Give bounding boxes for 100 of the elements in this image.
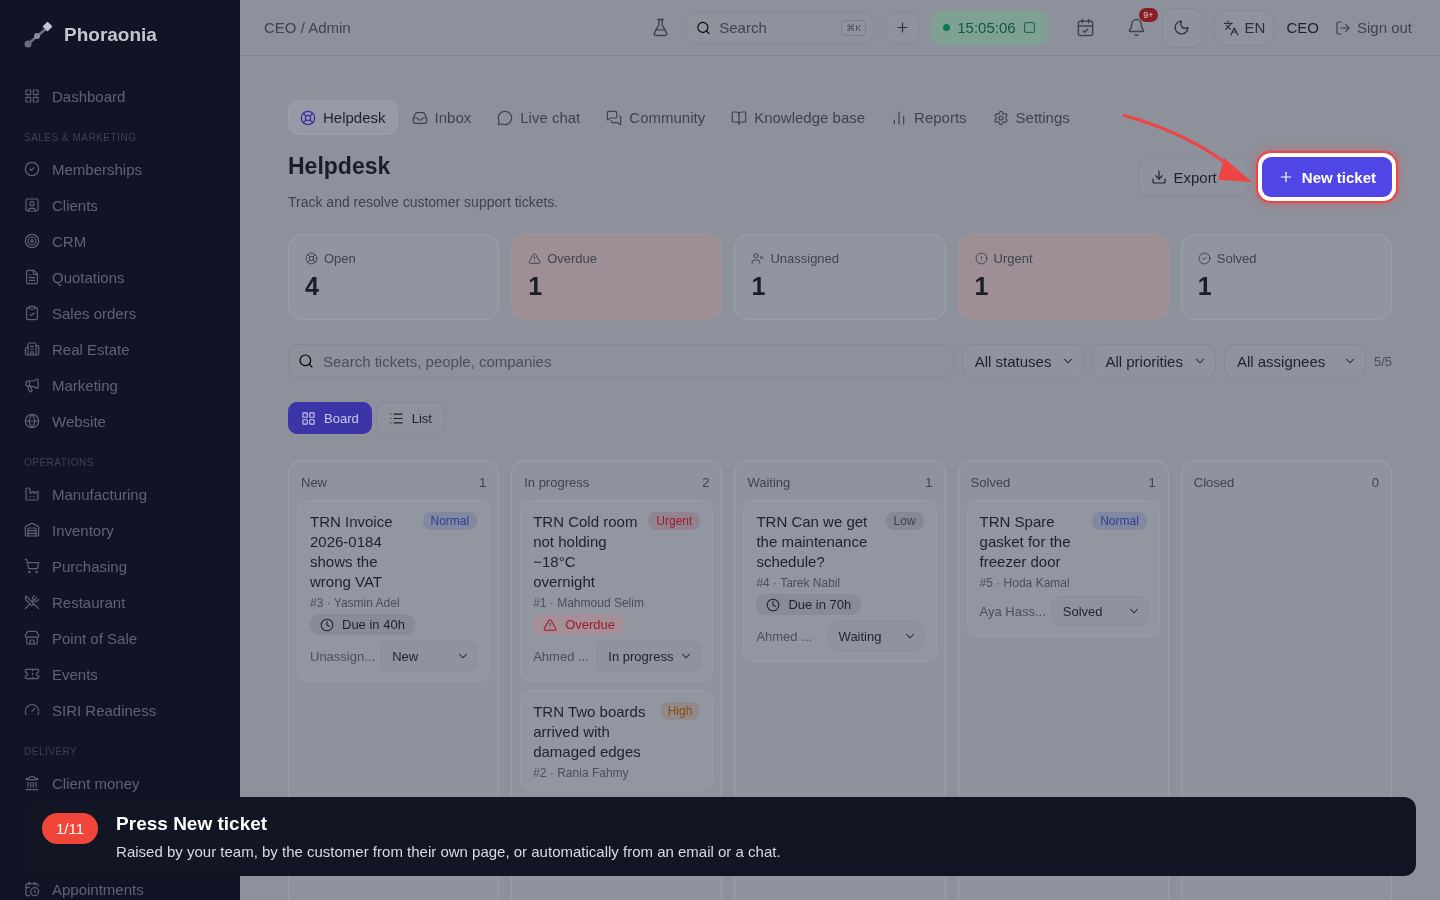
logo-icon <box>24 22 52 48</box>
assignee-name: Aya Hass... <box>979 603 1046 619</box>
page-subtitle: Track and resolve customer support tickets. <box>288 194 559 210</box>
language-button[interactable]: EN <box>1213 9 1275 46</box>
nav-item[interactable]: Website <box>0 403 240 439</box>
stat-value: 1 <box>751 272 767 301</box>
lifebuoy-icon <box>300 109 316 126</box>
bank-icon <box>24 775 40 791</box>
ticket-meta: #5 · Hoda Kamal <box>979 576 1070 590</box>
view-toggle[interactable]: Board <box>288 402 372 434</box>
cart-icon <box>24 558 40 574</box>
clock-icon <box>320 617 334 632</box>
column-count: 1 <box>1148 475 1156 490</box>
calendar-icon <box>1075 18 1095 37</box>
ticket-card[interactable]: TRN Cold room not holding −18°C overnight Urgent #1 · Mahmoud Selim Overdue Ahmed ... In progress <box>520 500 714 682</box>
filter-dropdown[interactable]: All statuses <box>961 344 1085 378</box>
theme-button[interactable] <box>1161 7 1202 48</box>
status-dropdown[interactable]: In progress <box>597 641 701 671</box>
warning-icon <box>528 252 542 265</box>
assignee-name: Ahmed ... <box>756 628 813 644</box>
building-icon <box>24 341 40 357</box>
page-title: Helpdesk <box>288 153 392 180</box>
check-circle-icon <box>24 161 40 177</box>
tab[interactable]: Community <box>594 100 718 135</box>
nav-item[interactable]: Dashboard <box>0 78 240 114</box>
column-count: 2 <box>702 475 710 490</box>
step-counter: 1/11 <box>42 813 99 844</box>
shortcut-hint: ⌘K <box>841 19 867 36</box>
inbox-icon <box>411 109 428 126</box>
nav-item[interactable]: Inventory <box>0 512 240 548</box>
user-role: CEO <box>1286 19 1319 36</box>
ticket-card[interactable]: TRN Spare gasket for the freezer door Normal #5 · Hoda Kamal Aya Hass... Solved <box>966 500 1160 637</box>
ticket-title: TRN Two boards arrived with damaged edges <box>533 702 647 762</box>
stop-icon <box>1022 21 1036 34</box>
ticket-search-field[interactable]: Search tickets, people, companies <box>288 344 954 378</box>
column-count: 1 <box>478 475 487 490</box>
column-title: Waiting <box>747 475 791 490</box>
stat-label: Open <box>305 251 483 266</box>
status-dropdown[interactable]: Solved <box>1051 596 1148 626</box>
lifebuoy-icon <box>305 252 318 265</box>
tab[interactable]: Helpdesk <box>288 100 398 135</box>
status-dropdown[interactable]: New <box>381 641 478 671</box>
ticket-card[interactable]: TRN Invoice 2026-0184 shows the wrong VAT Normal #3 · Yasmin Adel Due in 40h Unassign... New <box>297 500 491 682</box>
download-icon <box>1151 169 1168 185</box>
nav-item[interactable]: CRM <box>0 223 240 259</box>
nav-item[interactable]: Real Estate <box>0 331 240 367</box>
nav-item[interactable]: Purchasing <box>0 548 240 584</box>
nav-item[interactable]: Restaurant <box>0 584 240 620</box>
ticket-title: TRN Cold room not holding −18°C overnight <box>533 512 639 592</box>
tab[interactable]: Settings <box>980 100 1082 135</box>
export-button[interactable]: Export <box>1138 158 1250 196</box>
tab[interactable]: Live chat <box>485 100 593 135</box>
nav-item[interactable]: Client money <box>0 765 240 801</box>
warning-icon <box>543 617 558 632</box>
ticket-card[interactable]: TRN Two boards arrived with damaged edges High #2 · Rania Fahmy <box>520 690 714 791</box>
filter-dropdown[interactable]: All assignees <box>1223 344 1366 378</box>
column-title: Solved <box>970 475 1011 490</box>
priority-tag: Urgent <box>648 512 701 530</box>
stat-label: Urgent <box>974 251 1152 266</box>
status-dropdown[interactable]: Waiting <box>827 621 924 651</box>
stat-label: Overdue <box>528 251 706 266</box>
notification-badge: 9+ <box>1139 8 1158 22</box>
ticket-card[interactable]: TRN Can we get the maintenance schedule? Low #4 · Tarek Nabil Due in 70h Ahmed ... Waiting <box>743 500 937 662</box>
nav-item[interactable]: Events <box>0 656 240 692</box>
tab[interactable]: Inbox <box>399 100 484 135</box>
result-count: 5/5 <box>1373 353 1392 369</box>
nav-item[interactable]: Marketing <box>0 367 240 403</box>
translate-icon <box>1222 19 1239 36</box>
nav-item[interactable]: Appointments <box>0 871 240 900</box>
nav-item[interactable]: Manufacturing <box>0 476 240 512</box>
settings-icon <box>992 109 1009 126</box>
ticket-title: TRN Can we get the maintenance schedule? <box>756 512 869 572</box>
view-toggle[interactable]: List <box>375 402 445 434</box>
nav-item[interactable]: Memberships <box>0 151 240 187</box>
column-title: New <box>301 475 327 490</box>
stat-value: 4 <box>305 272 320 301</box>
nav-item[interactable]: Quotations <box>0 259 240 295</box>
brand-name: Phoraonia <box>64 24 157 46</box>
book-icon <box>731 109 748 126</box>
chat-bubbles-icon <box>606 109 623 126</box>
ticket-meta: #2 · Rania Fahmy <box>533 766 629 780</box>
nav-item[interactable]: SIRI Readiness <box>0 692 240 728</box>
breadcrumb: CEO / Admin <box>264 19 352 36</box>
timer[interactable]: 15:05:06 <box>931 10 1048 45</box>
nav-item[interactable]: Clients <box>0 187 240 223</box>
nav-item[interactable]: Point of Sale <box>0 620 240 656</box>
ticket-title: TRN Invoice 2026-0184 shows the wrong VAT <box>310 512 394 592</box>
grid-icon <box>24 88 40 104</box>
ticket-meta: #3 · Yasmin Adel <box>310 596 400 610</box>
nav-item[interactable]: Sales orders <box>0 295 240 331</box>
sign-out-icon <box>1334 19 1351 36</box>
priority-tag: Low <box>885 512 924 530</box>
filter-dropdown[interactable]: All priorities <box>1092 344 1216 378</box>
assignee-name: Ahmed ... <box>533 648 589 664</box>
document-icon <box>24 269 40 285</box>
chat-bubble-icon <box>497 109 514 126</box>
tab[interactable]: Reports <box>879 100 979 135</box>
stat-label: Solved <box>1197 251 1375 266</box>
tab[interactable]: Knowledge base <box>719 100 878 135</box>
sign-out-link[interactable]: Sign out <box>1330 15 1416 40</box>
